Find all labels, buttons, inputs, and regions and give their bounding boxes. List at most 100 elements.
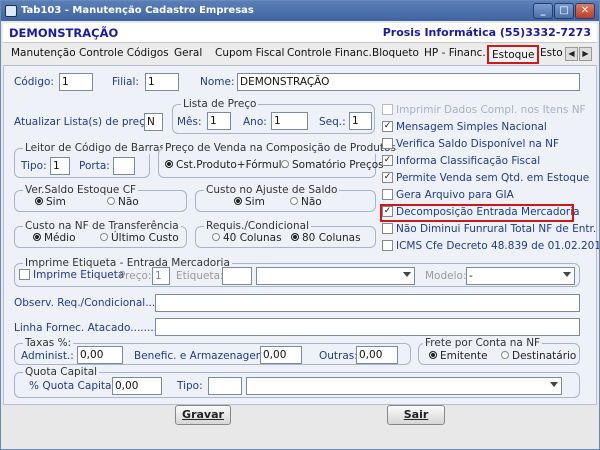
etiqueta-input[interactable]: [222, 267, 252, 285]
codigo-label: Código:: [14, 76, 54, 88]
porta-input[interactable]: [113, 157, 135, 175]
somatorio-radio[interactable]: Somatório Preços: [281, 159, 384, 171]
permite-venda-checkbox[interactable]: ✓ Permite Venda sem Qtd. em Estoque: [382, 171, 590, 184]
icms-decreto-label: ICMS Cfe Decreto 48.839 de 01.02.2012: [396, 240, 600, 252]
tab-controle-financ[interactable]: Controle Financ.: [287, 47, 372, 59]
tab-scroll-left-icon[interactable]: ◀: [565, 47, 578, 61]
tab-controle-codigos[interactable]: Controle Códigos: [79, 47, 169, 59]
custo-ajuste-nao-radio[interactable]: Não: [290, 196, 322, 208]
administ-label: Administ.:: [21, 350, 74, 362]
verifica-saldo-checkbox[interactable]: Verifica Saldo Disponível na NF: [382, 137, 559, 150]
nome-input[interactable]: DEMONSTRAÇÃO: [237, 73, 580, 91]
checkmark-icon: ✓: [382, 154, 393, 166]
quota-tipo-select[interactable]: [246, 377, 562, 395]
preco-input[interactable]: 1: [152, 267, 170, 285]
etiqueta-label: Etiqueta:: [176, 270, 224, 282]
taxas-group: Taxas %: Administ.: 0,00 Benefic. e Arma…: [14, 337, 411, 365]
atualizar-lista-input[interactable]: N: [144, 113, 163, 131]
ver-saldo-sim-radio[interactable]: Sim: [35, 196, 66, 208]
gera-arquivo-checkbox[interactable]: Gera Arquivo para GIA: [382, 188, 514, 201]
ver-saldo-sim-label: Sim: [46, 196, 66, 208]
administ-input[interactable]: 0,00: [77, 346, 123, 364]
custo-ajuste-sim-label: Sim: [245, 196, 265, 208]
gera-arquivo-label: Gera Arquivo para GIA: [396, 189, 514, 201]
codigo-input[interactable]: 1: [59, 73, 93, 91]
taxas-title: Taxas %:: [23, 337, 74, 349]
etiqueta-select[interactable]: [256, 267, 415, 285]
tab-bloqueto[interactable]: Bloqueto: [372, 47, 419, 59]
tab-manutencao[interactable]: Manutenção: [11, 47, 76, 59]
gravar-button[interactable]: Gravar: [175, 405, 231, 425]
tab-bar: Manutenção Controle Códigos Geral Cupom …: [3, 44, 597, 64]
sair-button[interactable]: Sair: [387, 405, 445, 425]
linha-input[interactable]: [155, 318, 580, 336]
modelo-select[interactable]: -: [466, 267, 575, 285]
dropdown-arrow-icon: [403, 272, 411, 277]
radio-off-icon: [281, 160, 289, 168]
tipo-input[interactable]: 1: [50, 157, 70, 175]
dropdown-arrow-icon: [563, 272, 571, 277]
radio-on-icon: [429, 351, 437, 359]
radio-on-icon: [165, 160, 173, 168]
custo-ajuste-sim-radio[interactable]: Sim: [234, 196, 265, 208]
benefic-input[interactable]: 0,00: [260, 346, 302, 364]
custo-nf-ultimo-label: Último Custo: [111, 232, 179, 244]
tab-geral[interactable]: Geral: [174, 47, 202, 59]
ver-saldo-nao-radio[interactable]: Não: [107, 196, 139, 208]
minimize-button[interactable]: _: [533, 3, 553, 19]
seq-label: Seq.:: [319, 116, 346, 128]
close-button[interactable]: ✕: [575, 3, 595, 19]
ver-saldo-title: Ver.Saldo Estoque CF: [23, 184, 139, 196]
quota-capital-label: % Quota Capital:: [29, 380, 118, 392]
tab-cupom-fiscal[interactable]: Cupom Fiscal: [215, 47, 284, 59]
checkbox-empty-icon: [382, 222, 393, 234]
custo-nf-medio-label: Médio: [44, 232, 76, 244]
seq-input[interactable]: 1: [349, 112, 372, 130]
requis-80-label: 80 Colunas: [302, 232, 361, 244]
cst-produto-radio[interactable]: Cst.Produto+Fórmula: [165, 159, 288, 171]
outras-input[interactable]: 0,00: [356, 346, 398, 364]
checkbox-empty-icon: [19, 268, 30, 280]
informa-classificacao-checkbox[interactable]: ✓ Informa Classificação Fiscal: [382, 154, 540, 167]
filial-input[interactable]: 1: [145, 73, 179, 91]
frete-destinatario-radio[interactable]: Destinatário: [501, 350, 576, 362]
custo-nf-medio-radio[interactable]: Médio: [33, 232, 76, 244]
decomposicao-highlight: [380, 204, 574, 222]
imprimir-dados-checkbox[interactable]: Imprimir Dados Compl. nos Itens NF: [382, 103, 586, 116]
nome-label: Nome:: [200, 76, 235, 88]
permite-venda-label: Permite Venda sem Qtd. em Estoque: [396, 172, 590, 184]
ver-saldo-nao-label: Não: [118, 196, 139, 208]
observ-input[interactable]: [155, 294, 580, 312]
radio-on-icon: [35, 197, 43, 205]
mensagem-simples-checkbox[interactable]: ✓ Mensagem Simples Nacional: [382, 120, 547, 133]
vendor-info: Prosis Informática (55)3332-7273: [382, 26, 591, 39]
quota-tipo-input[interactable]: [208, 377, 242, 395]
quota-tipo-label: Tipo:: [177, 380, 203, 392]
somatorio-label: Somatório Preços: [292, 159, 384, 171]
requis-80-radio[interactable]: 80 Colunas: [291, 232, 361, 244]
icms-decreto-checkbox[interactable]: ICMS Cfe Decreto 48.839 de 01.02.2012: [382, 239, 600, 252]
app-icon: [5, 5, 17, 17]
radio-off-icon: [290, 197, 298, 205]
observ-label: Observ. Req./Condicional....:: [14, 297, 163, 309]
window-title: Tab103 - Manutenção Cadastro Empresas: [21, 5, 254, 16]
mes-label: Mês:: [177, 116, 202, 128]
nao-diminui-checkbox[interactable]: Não Diminui Funrural Total NF de Entr.: [382, 222, 596, 235]
imprime-etiqueta-checkbox[interactable]: Imprime Etiqueta: [19, 268, 124, 281]
ano-input[interactable]: 1: [271, 112, 308, 130]
imprime-etiqueta-group: Imprime Etiqueta - Entrada Mercadoria Im…: [14, 257, 580, 287]
quota-capital-input[interactable]: 0,00: [112, 377, 162, 395]
requis-40-label: 40 Colunas: [223, 232, 282, 244]
tab-estoque[interactable]: Estoque: [487, 45, 540, 64]
maximize-button[interactable]: □: [554, 3, 574, 19]
tab-scroll-right-icon[interactable]: ▶: [579, 47, 592, 61]
custo-nf-ultimo-radio[interactable]: Último Custo: [100, 232, 179, 244]
frete-emitente-radio[interactable]: Emitente: [429, 350, 488, 362]
custo-ajuste-title: Custo no Ajuste de Saldo: [204, 184, 340, 196]
tab-estoque-2[interactable]: Esto: [540, 47, 563, 59]
tab-hp-financ[interactable]: HP - Financ.: [424, 47, 486, 59]
radio-off-icon: [212, 233, 220, 241]
requis-40-radio[interactable]: 40 Colunas: [212, 232, 282, 244]
mes-input[interactable]: 1: [207, 112, 231, 130]
preco-venda-title: Preço de Venda na Composição de Produtos: [163, 142, 398, 154]
